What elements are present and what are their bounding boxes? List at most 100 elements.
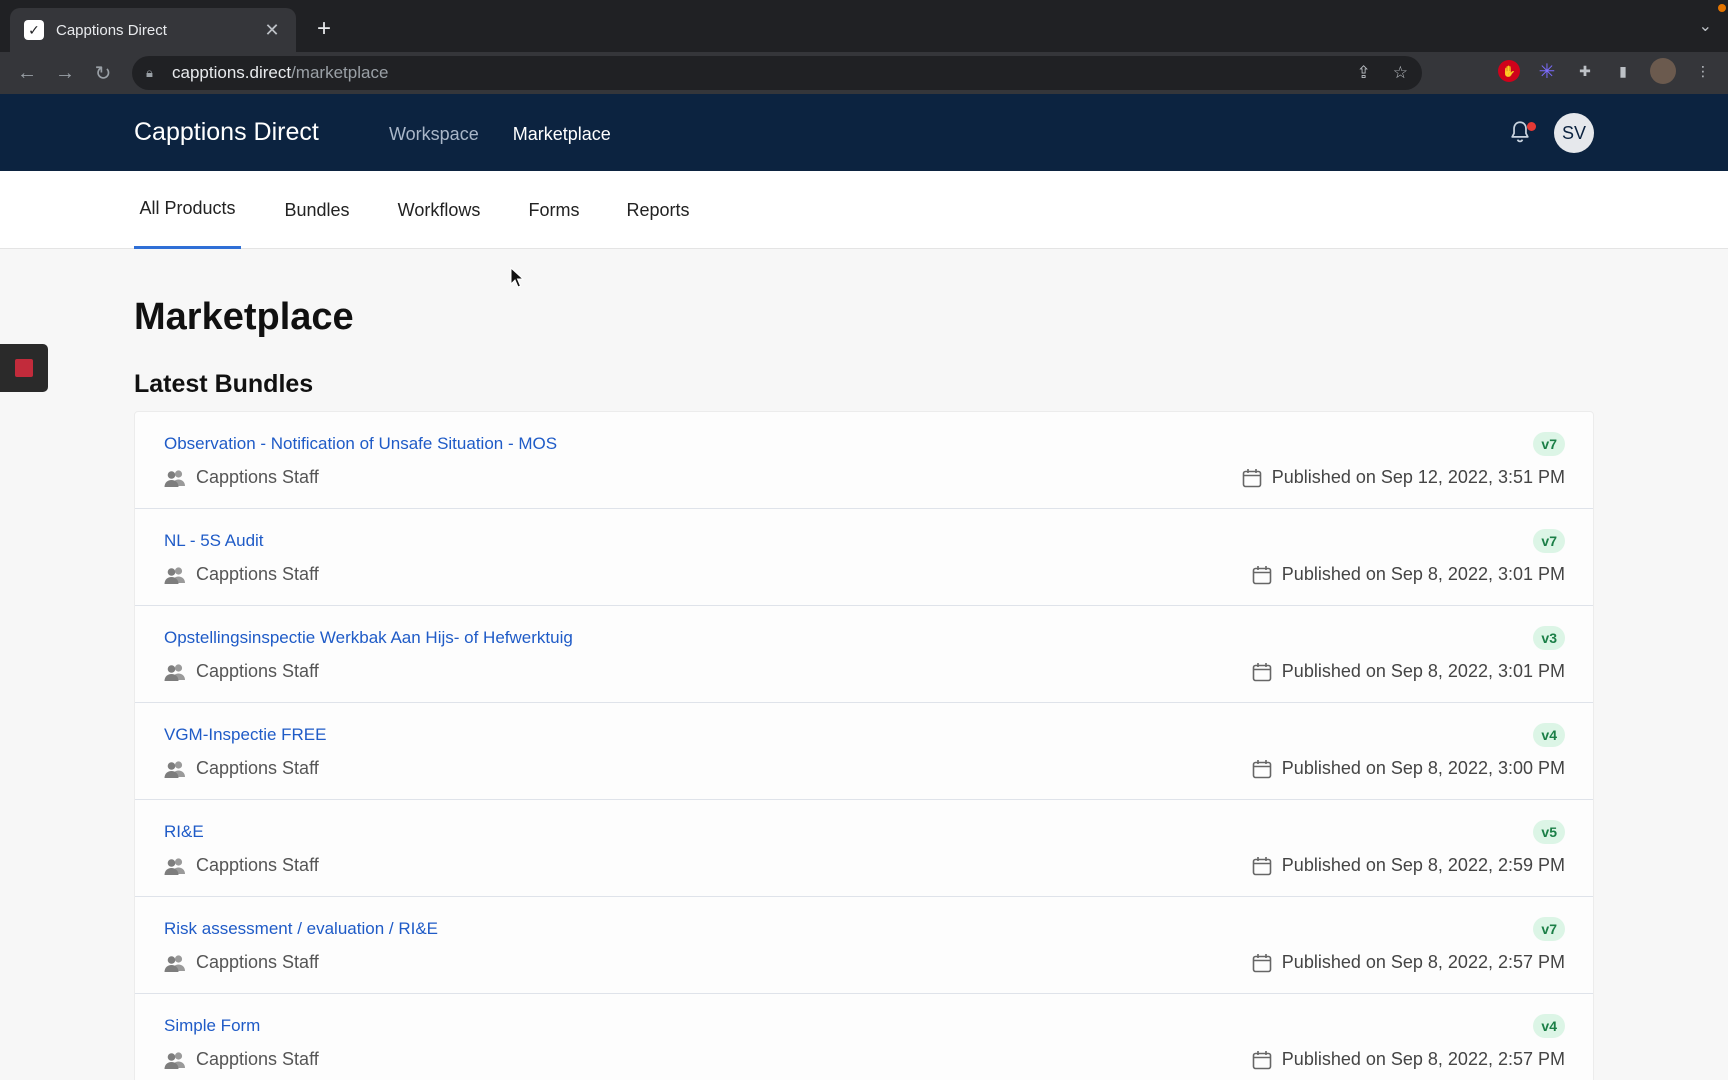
people-icon	[164, 566, 185, 584]
version-badge: v4	[1533, 723, 1565, 747]
bundle-owner-name: Capptions Staff	[196, 758, 319, 778]
bundle-item: RI&E Capptions Staff v5 Published on Sep…	[135, 800, 1593, 897]
bundle-published-date: Published on Sep 8, 2022, 3:00 PM	[1281, 758, 1565, 778]
bundle-owner-name: Capptions Staff	[196, 952, 319, 972]
bundle-published: Published on Sep 8, 2022, 2:57 PM	[1252, 1049, 1565, 1070]
bundle-published-date: Published on Sep 8, 2022, 3:01 PM	[1281, 661, 1565, 681]
bundle-published-date: Published on Sep 8, 2022, 3:01 PM	[1281, 564, 1565, 584]
version-badge: v3	[1533, 626, 1565, 650]
bundle-name-link[interactable]: RI&E	[164, 822, 204, 842]
bundle-name-link[interactable]: VGM-Inspectie FREE	[164, 725, 327, 745]
bundle-name-link[interactable]: Observation - Notification of Unsafe Sit…	[164, 434, 557, 454]
share-icon[interactable]: ⇪	[1357, 63, 1371, 83]
version-badge: v7	[1533, 917, 1565, 941]
bundle-owner-name: Capptions Staff	[196, 1049, 319, 1069]
forward-arrow-icon[interactable]: →	[46, 62, 84, 85]
bundle-owner-name: Capptions Staff	[196, 855, 319, 875]
people-icon	[164, 663, 185, 681]
bundle-item: NL - 5S Audit Capptions Staff v7 Publish…	[135, 509, 1593, 606]
browser-tab-title: Capptions Direct	[56, 21, 167, 39]
url-text[interactable]: capptions.direct/marketplace	[172, 63, 1335, 83]
reload-icon[interactable]: ↻	[84, 61, 122, 86]
calendar-icon	[1252, 662, 1272, 681]
url-host: capptions.direct	[172, 63, 292, 82]
capptions-favicon-icon: ✓	[24, 20, 44, 40]
calendar-icon	[1252, 1050, 1272, 1069]
address-bar[interactable]: 🔒︎ capptions.direct/marketplace ⇪ ☆	[132, 56, 1422, 90]
stop-recording-icon[interactable]	[15, 359, 33, 377]
bundle-owner-name: Capptions Staff	[196, 467, 319, 487]
bundle-name-link[interactable]: Simple Form	[164, 1016, 260, 1036]
version-badge: v4	[1533, 1014, 1565, 1038]
calendar-icon	[1242, 468, 1262, 487]
back-arrow-icon[interactable]: ←	[8, 62, 46, 85]
bundle-published: Published on Sep 8, 2022, 3:00 PM	[1252, 758, 1565, 779]
bundle-item: Simple Form Capptions Staff v4 Published…	[135, 994, 1593, 1080]
bundle-owner-name: Capptions Staff	[196, 564, 319, 584]
page-title: Marketplace	[134, 296, 354, 338]
bundle-published: Published on Sep 8, 2022, 2:59 PM	[1252, 855, 1565, 876]
bundle-published: Published on Sep 8, 2022, 3:01 PM	[1252, 661, 1565, 682]
bundle-owner: Capptions Staff	[164, 758, 319, 779]
bundle-owner: Capptions Staff	[164, 952, 319, 973]
tab-all-products[interactable]: All Products	[134, 171, 241, 249]
bundle-published: Published on Sep 12, 2022, 3:51 PM	[1242, 467, 1565, 488]
extension-stop-icon[interactable]: ✋	[1498, 60, 1520, 82]
bundle-name-link[interactable]: Opstellingsinspectie Werkbak Aan Hijs- o…	[164, 628, 573, 648]
app-header: Capptions Direct Workspace Marketplace S…	[0, 94, 1728, 171]
version-badge: v7	[1533, 432, 1565, 456]
bundle-published-date: Published on Sep 8, 2022, 2:59 PM	[1281, 855, 1565, 875]
tab-workflows[interactable]: Workflows	[396, 171, 482, 249]
bundle-item: Risk assessment / evaluation / RI&E Capp…	[135, 897, 1593, 994]
bundle-owner: Capptions Staff	[164, 564, 319, 585]
bundle-published-date: Published on Sep 12, 2022, 3:51 PM	[1271, 467, 1565, 487]
bundle-owner: Capptions Staff	[164, 1049, 319, 1070]
lock-icon[interactable]: 🔒︎	[146, 65, 162, 81]
browser-tab[interactable]: ✓ Capptions Direct ✕	[10, 8, 296, 52]
calendar-icon	[1252, 953, 1272, 972]
version-badge: v5	[1533, 820, 1565, 844]
calendar-icon	[1252, 759, 1272, 778]
bundle-published: Published on Sep 8, 2022, 3:01 PM	[1252, 564, 1565, 585]
new-tab-icon[interactable]: +	[312, 14, 336, 44]
extensions-puzzle-icon[interactable]: ✚	[1574, 60, 1596, 82]
brand-title[interactable]: Capptions Direct	[134, 118, 319, 147]
bundle-name-link[interactable]: NL - 5S Audit	[164, 531, 264, 551]
nav-marketplace[interactable]: Marketplace	[513, 124, 611, 145]
bundle-list: Observation - Notification of Unsafe Sit…	[134, 411, 1594, 1080]
bundle-published: Published on Sep 8, 2022, 2:57 PM	[1252, 952, 1565, 973]
calendar-icon	[1252, 856, 1272, 875]
section-title: Latest Bundles	[134, 370, 314, 398]
calendar-icon	[1252, 565, 1272, 584]
browser-tabstrip: ✓ Capptions Direct ✕ + ⌄	[0, 0, 1728, 52]
browser-profile-avatar[interactable]	[1650, 58, 1676, 84]
product-tabs: All Products Bundles Workflows Forms Rep…	[0, 171, 1728, 249]
people-icon	[164, 954, 185, 972]
close-tab-icon[interactable]: ✕	[262, 20, 282, 41]
tab-forms[interactable]: Forms	[528, 171, 580, 249]
browser-menu-icon[interactable]: ⋮	[1692, 60, 1714, 82]
people-icon	[164, 857, 185, 875]
nav-workspace[interactable]: Workspace	[389, 124, 479, 145]
recorder-widget[interactable]	[0, 344, 48, 392]
people-icon	[164, 1051, 185, 1069]
recording-indicator-icon	[1718, 4, 1726, 12]
bundle-owner: Capptions Staff	[164, 855, 319, 876]
people-icon	[164, 469, 185, 487]
notification-dot-icon	[1527, 122, 1536, 131]
extension-snowflake-icon[interactable]: ✳	[1536, 60, 1558, 83]
user-avatar[interactable]: SV	[1554, 113, 1594, 153]
bundle-item: Opstellingsinspectie Werkbak Aan Hijs- o…	[135, 606, 1593, 703]
people-icon	[164, 760, 185, 778]
mouse-cursor-icon	[510, 267, 524, 288]
tab-bundles[interactable]: Bundles	[283, 171, 351, 249]
tab-reports[interactable]: Reports	[626, 171, 690, 249]
extension-icons: ✋ ✳ ✚ ▮ ⋮	[1498, 58, 1714, 84]
bundle-name-link[interactable]: Risk assessment / evaluation / RI&E	[164, 919, 438, 939]
tab-search-chevron-icon[interactable]: ⌄	[1699, 16, 1712, 36]
bundle-published-date: Published on Sep 8, 2022, 2:57 PM	[1281, 1049, 1565, 1069]
bookmark-star-icon[interactable]: ☆	[1393, 63, 1408, 83]
browser-toolbar: ← → ↻ 🔒︎ capptions.direct/marketplace ⇪ …	[0, 52, 1728, 94]
side-panel-icon[interactable]: ▮	[1612, 60, 1634, 82]
version-badge: v7	[1533, 529, 1565, 553]
